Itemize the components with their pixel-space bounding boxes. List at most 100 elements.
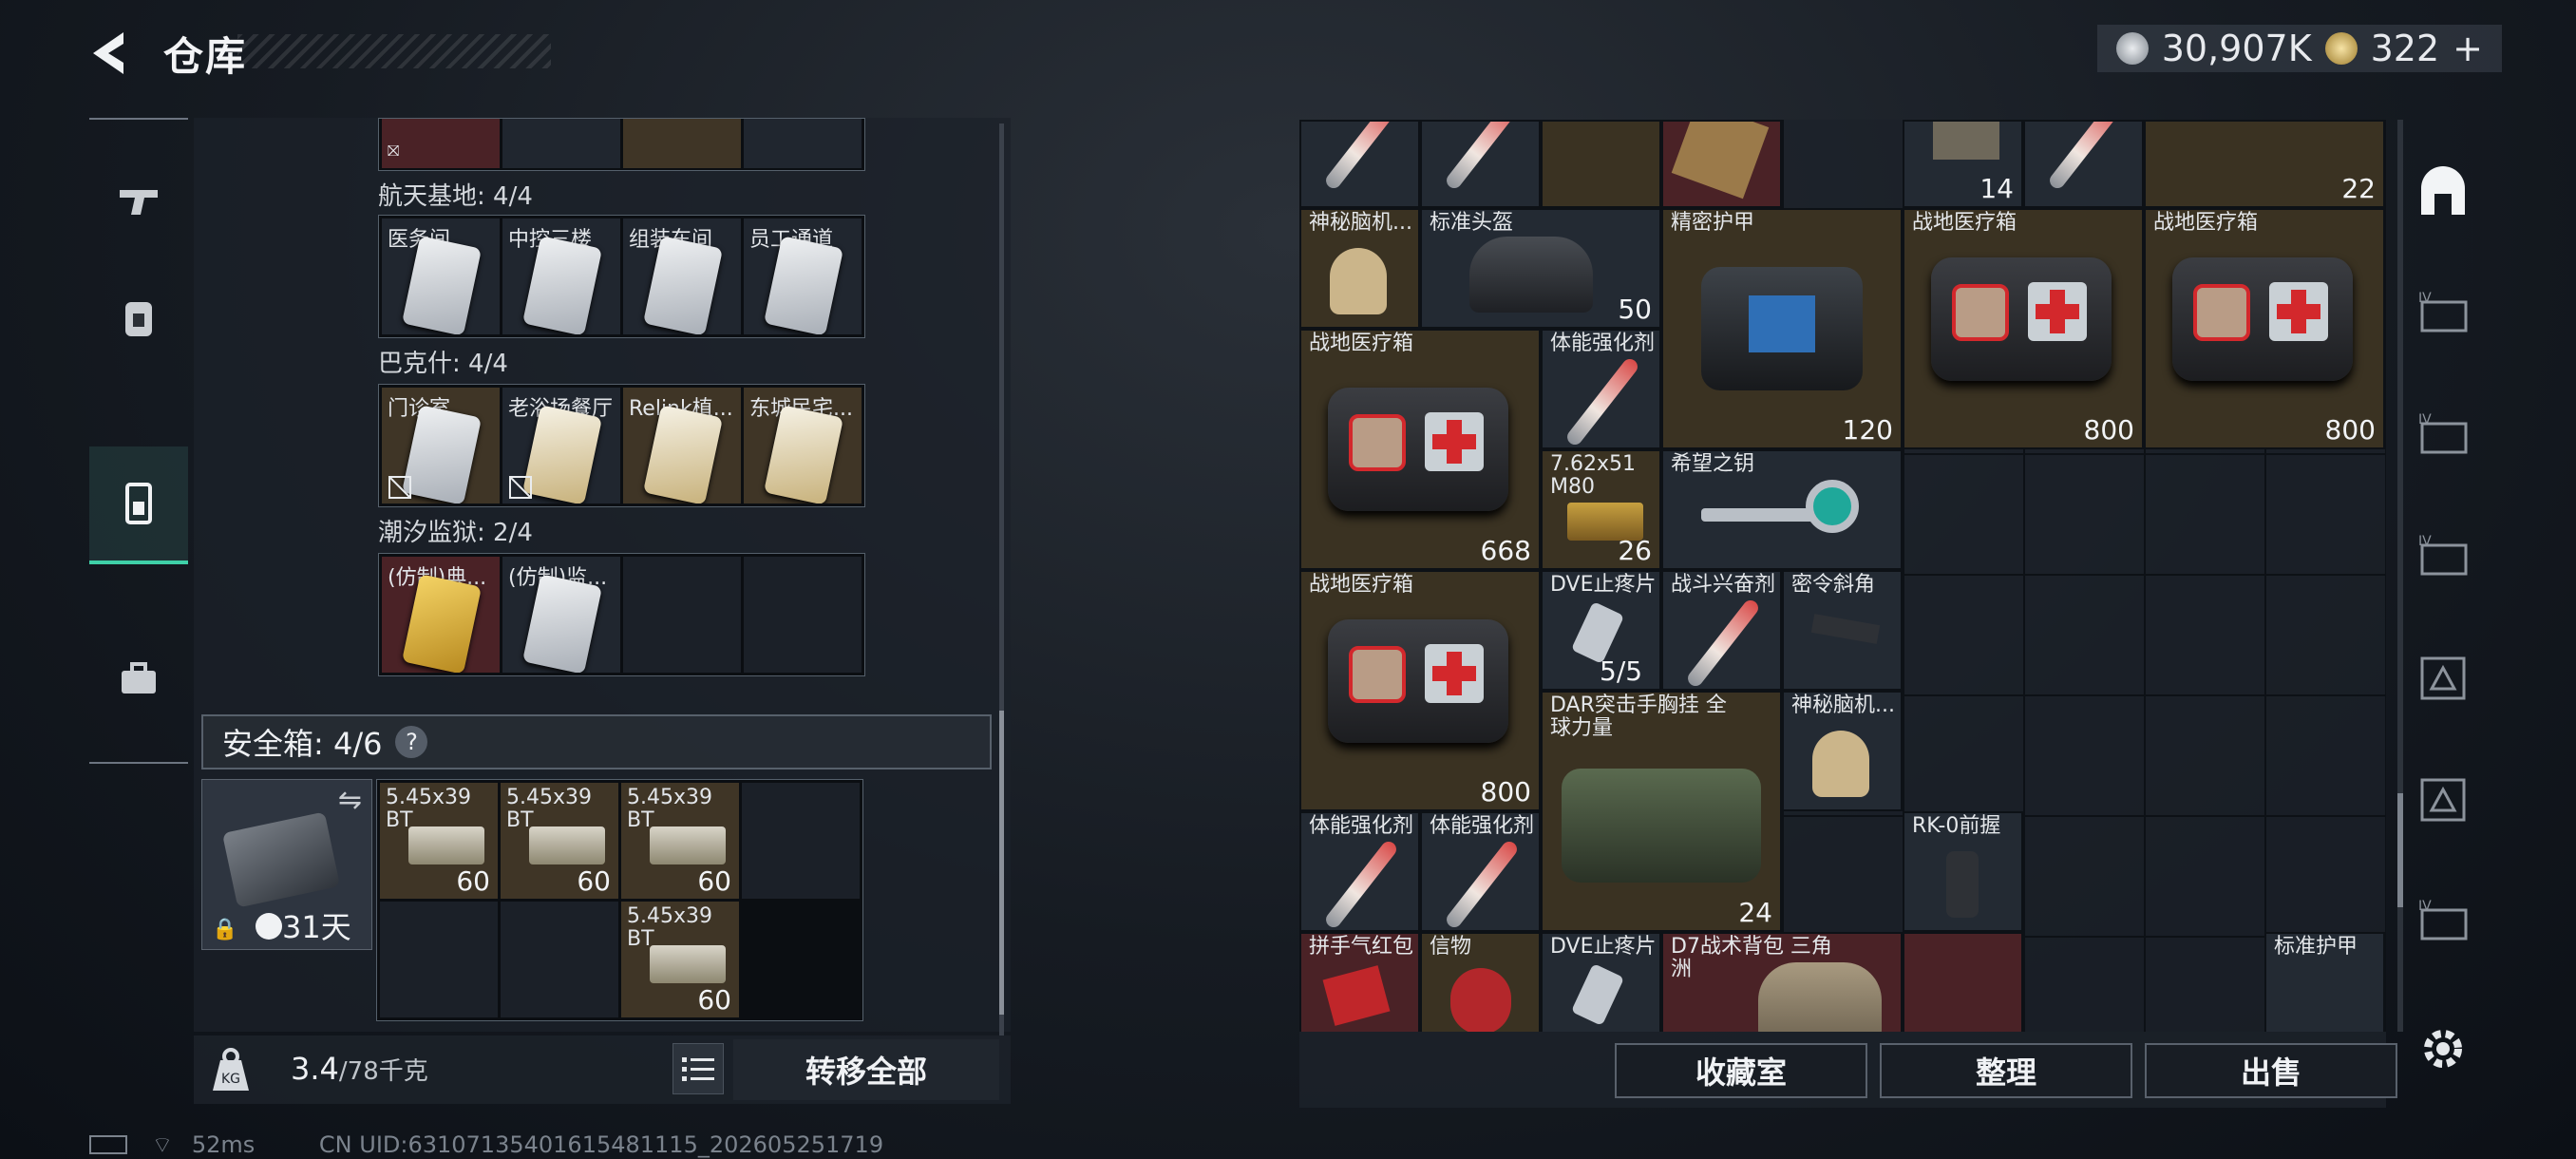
inventory-item[interactable]: 标准护甲 bbox=[2264, 932, 2385, 1032]
inventory-item[interactable]: 信物 bbox=[1420, 932, 1541, 1032]
svg-text:IV: IV bbox=[2418, 899, 2432, 914]
toolbox-icon bbox=[122, 662, 156, 694]
inventory-item[interactable]: 体能强化剂 bbox=[1299, 811, 1420, 932]
add-currency-button[interactable]: + bbox=[2453, 28, 2483, 69]
inventory-item[interactable]: 战地医疗箱 800 bbox=[2144, 208, 2385, 449]
back-button[interactable] bbox=[85, 25, 142, 82]
svg-text:IV: IV bbox=[2418, 291, 2432, 306]
empty-slot[interactable] bbox=[501, 902, 618, 1017]
inventory-item[interactable]: 体能强化剂 bbox=[1420, 811, 1541, 932]
status-bar: ⌔ 52ms CN UID:63107135401615481115_20260… bbox=[89, 1130, 883, 1159]
safe-box-grid: 5.45x39 BT 60 5.45x39 BT 60 5.45x39 BT 60 5… bbox=[376, 779, 863, 1021]
inventory-item[interactable]: D7战术背包 三角洲 bbox=[1661, 932, 1903, 1032]
currency-coins: 30,907K bbox=[2161, 28, 2312, 69]
inventory-item[interactable] bbox=[1541, 120, 1661, 208]
keycard-item[interactable]: 门诊室 bbox=[382, 388, 500, 504]
left-category-nav bbox=[89, 118, 188, 764]
inventory-item[interactable]: 战地医疗箱 668 bbox=[1299, 329, 1541, 570]
inventory-item[interactable]: DAR突击手胸挂 全球力量 24 bbox=[1541, 691, 1782, 932]
keycard-item[interactable]: 东城民宅... bbox=[744, 388, 862, 504]
list-icon bbox=[682, 1057, 714, 1081]
inventory-item[interactable]: RK-0前握 bbox=[1903, 811, 2023, 932]
inventory-item[interactable]: 14 bbox=[1903, 120, 2023, 208]
keycard-item[interactable]: (仿制)典... bbox=[382, 557, 500, 673]
list-view-button[interactable] bbox=[672, 1043, 724, 1094]
inventory-item[interactable]: 战斗兴奋剂 bbox=[1661, 570, 1782, 691]
storage-tab-warning-1[interactable] bbox=[2409, 635, 2477, 720]
nav-keys[interactable] bbox=[89, 446, 188, 564]
carry-weight: 3.4/78千克 bbox=[291, 1051, 428, 1087]
inventory-item[interactable]: 拼手气红包 bbox=[1299, 932, 1420, 1032]
empty-slot[interactable] bbox=[744, 557, 862, 673]
right-scrollbar-thumb[interactable] bbox=[2397, 793, 2403, 907]
collection-room-button[interactable]: 收藏室 bbox=[1615, 1043, 1867, 1098]
keycard-slot[interactable] bbox=[502, 119, 620, 168]
storage-tab-4-1[interactable]: IV bbox=[2409, 270, 2477, 355]
svg-text:IV: IV bbox=[2418, 412, 2432, 428]
inventory-item[interactable]: 7.62x51 M80 26 bbox=[1541, 449, 1661, 570]
gear-icon bbox=[2424, 1030, 2462, 1068]
storage-crate-icon: IV bbox=[2418, 534, 2468, 576]
inventory-item[interactable]: 神秘脑机... bbox=[1782, 691, 1903, 811]
ammo-item[interactable]: 5.45x39 BT 60 bbox=[380, 783, 498, 899]
storage-tab-4-4[interactable]: IV bbox=[2409, 878, 2477, 963]
keycard-item[interactable]: 医务间 bbox=[382, 218, 500, 334]
ammo-box-image bbox=[529, 826, 605, 864]
ammo-item[interactable]: 5.45x39 BT 60 bbox=[621, 783, 739, 899]
lock-icon bbox=[388, 476, 411, 499]
empty-slot[interactable] bbox=[380, 902, 498, 1017]
keycard-item[interactable]: (仿制)监... bbox=[502, 557, 620, 673]
inventory-item[interactable] bbox=[1661, 120, 1782, 208]
storage-tab-4-2[interactable]: IV bbox=[2409, 391, 2477, 477]
inventory-item[interactable] bbox=[1299, 120, 1420, 208]
empty-slot[interactable] bbox=[742, 783, 860, 899]
sort-button[interactable]: 整理 bbox=[1880, 1043, 2132, 1098]
inventory-item[interactable]: 希望之钥 bbox=[1661, 449, 1903, 570]
ammo-box-image bbox=[650, 826, 726, 864]
lock-icon: ⛝ bbox=[388, 142, 400, 160]
coin-icon bbox=[2115, 32, 2149, 65]
keycard-grid-bakhsh: 门诊室 老浴场餐厅 Relink植... 东城民宅... bbox=[378, 384, 865, 507]
inventory-item[interactable]: 密令斜角 bbox=[1782, 570, 1903, 691]
nav-weapons[interactable] bbox=[89, 150, 188, 253]
empty-slot[interactable] bbox=[623, 557, 741, 673]
inventory-item[interactable]: 战地医疗箱 800 bbox=[1299, 570, 1541, 811]
storage-page-nav: IV IV IV IV bbox=[2409, 142, 2477, 988]
inventory-item[interactable]: DVE止疼片 5/5 bbox=[1541, 570, 1661, 691]
ammo-item[interactable]: 5.45x39 BT 60 bbox=[621, 902, 739, 1017]
safe-box-container[interactable]: ⇋ 🔒 31天 bbox=[201, 779, 372, 950]
inventory-item[interactable]: 战地医疗箱 800 bbox=[1903, 208, 2144, 449]
inventory-item[interactable] bbox=[1903, 932, 2023, 1032]
keycard-slot[interactable] bbox=[744, 119, 862, 168]
transfer-all-button[interactable]: 转移全部 bbox=[733, 1039, 999, 1100]
swap-icon[interactable]: ⇋ bbox=[338, 784, 362, 817]
nav-equipment[interactable] bbox=[89, 266, 188, 369]
keycard-item[interactable]: 员工通道 bbox=[744, 218, 862, 334]
storage-tab-warning-2[interactable] bbox=[2409, 756, 2477, 842]
keycard-item[interactable]: 中控三楼 bbox=[502, 218, 620, 334]
inventory-item[interactable]: 精密护甲 120 bbox=[1661, 208, 1903, 449]
sell-button[interactable]: 出售 bbox=[2145, 1043, 2397, 1098]
inventory-item[interactable] bbox=[2023, 120, 2144, 208]
help-button[interactable]: ? bbox=[395, 726, 428, 758]
inventory-item[interactable]: 标准头盔 50 bbox=[1420, 208, 1661, 329]
padlock-icon: 🔒 bbox=[212, 918, 238, 941]
storage-home-tab[interactable] bbox=[2409, 148, 2477, 234]
inventory-item[interactable]: 体能强化剂 bbox=[1541, 329, 1661, 449]
inventory-item[interactable] bbox=[1420, 120, 1541, 208]
settings-button[interactable] bbox=[2416, 1022, 2470, 1075]
keycard-slot[interactable]: ⛝ bbox=[382, 119, 500, 168]
inventory-item[interactable]: 神秘脑机... bbox=[1299, 208, 1420, 329]
safe-box-header: 安全箱: 4/6 ? bbox=[201, 714, 992, 770]
storage-tab-4-3[interactable]: IV bbox=[2409, 513, 2477, 598]
keycard-item[interactable]: 老浴场餐厅 bbox=[502, 388, 620, 504]
keycard-item[interactable]: 组装车间 bbox=[623, 218, 741, 334]
inventory-item[interactable]: DVE止疼片 bbox=[1541, 932, 1661, 1032]
keycard-slot[interactable] bbox=[623, 119, 741, 168]
keycard-item[interactable]: Relink植... bbox=[623, 388, 741, 504]
nav-misc[interactable] bbox=[89, 627, 188, 730]
left-scrollbar-thumb[interactable] bbox=[999, 711, 1004, 1015]
inventory-item[interactable]: 22 bbox=[2144, 120, 2385, 208]
ammo-item[interactable]: 5.45x39 BT 60 bbox=[501, 783, 618, 899]
back-arrow-icon bbox=[93, 32, 123, 74]
